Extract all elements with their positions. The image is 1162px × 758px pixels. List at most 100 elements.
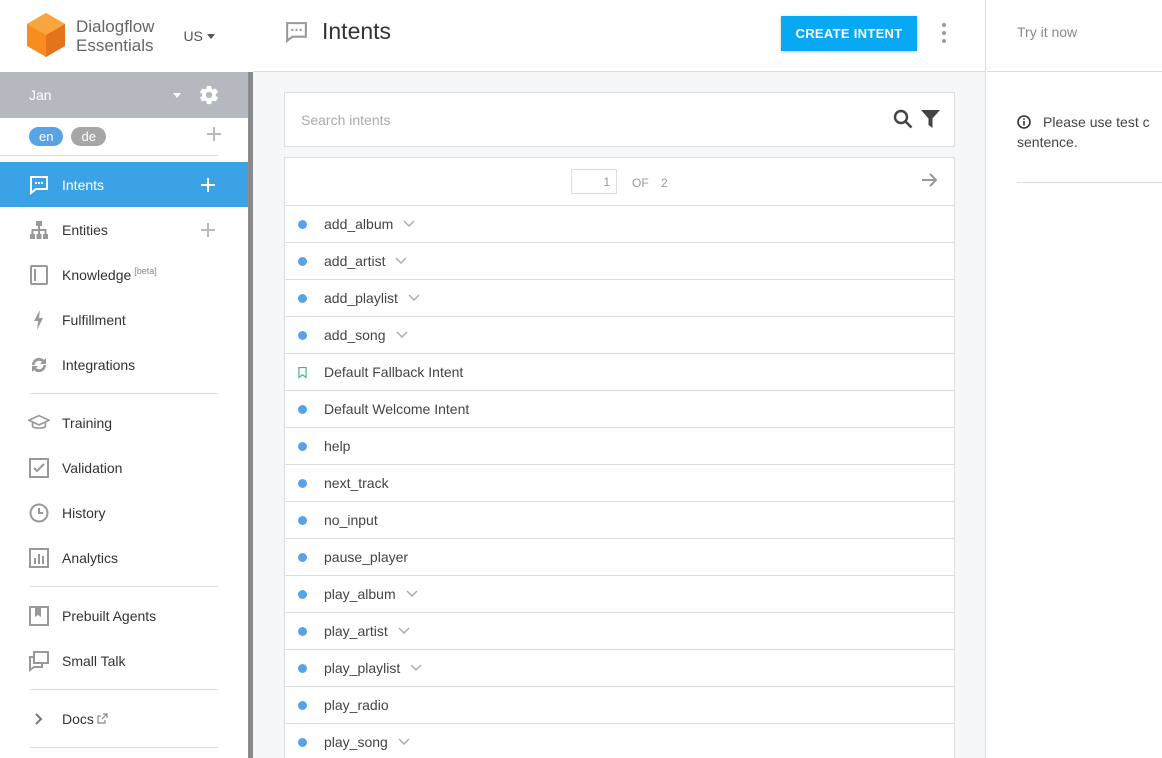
- check-box-icon: [28, 457, 50, 479]
- chevron-down-icon[interactable]: [396, 331, 408, 339]
- agent-selector[interactable]: Jan: [0, 72, 248, 118]
- sidebar-item-label: Intents: [62, 176, 105, 193]
- intent-name: add_playlist: [324, 290, 398, 306]
- intent-status-dot: [298, 737, 307, 747]
- chevron-down-icon[interactable]: [398, 738, 410, 746]
- intent-row[interactable]: pause_player: [285, 539, 954, 576]
- sidebar-item-prebuilt-agents[interactable]: Prebuilt Agents: [0, 593, 248, 638]
- chat-icon: [28, 174, 50, 196]
- intent-status-dot: [298, 404, 307, 414]
- intent-name: play_song: [324, 734, 388, 750]
- intent-row[interactable]: Default Fallback Intent: [285, 354, 954, 391]
- sidebar-item-label: Fulfillment: [62, 311, 126, 328]
- sidebar-item-integrations[interactable]: Integrations: [0, 342, 248, 387]
- add-language-plus-icon[interactable]: [207, 127, 221, 141]
- product-name: Dialogflow Essentials: [76, 17, 154, 55]
- region-selector[interactable]: US: [183, 28, 215, 44]
- info-note-text: Please use test c: [1043, 114, 1150, 130]
- sidebar-divider: [30, 586, 218, 587]
- sidebar-item-docs[interactable]: Docs: [0, 696, 248, 741]
- intent-status-dot: [298, 256, 307, 266]
- add-entity-plus-icon[interactable]: [201, 223, 215, 237]
- chevron-down-icon[interactable]: [173, 93, 181, 98]
- intent-row[interactable]: Default Welcome Intent: [285, 391, 954, 428]
- sidebar-item-validation[interactable]: Validation: [0, 445, 248, 490]
- chevron-down-icon[interactable]: [398, 627, 410, 635]
- external-link-icon: [97, 713, 108, 724]
- intent-row[interactable]: help: [285, 428, 954, 465]
- arrow-right-icon[interactable]: [921, 172, 938, 188]
- intent-status-dot: [298, 626, 307, 636]
- search-icon[interactable]: [893, 109, 913, 129]
- info-icon: [1017, 115, 1031, 129]
- chevron-down-icon[interactable]: [403, 220, 415, 228]
- intent-name: play_radio: [324, 697, 389, 713]
- sidebar-item-knowledge[interactable]: Knowledge [beta]: [0, 252, 248, 297]
- sidebar-item-small-talk[interactable]: Small Talk: [0, 638, 248, 683]
- try-it-now-panel: Try it now Please use test c sentence.: [987, 0, 1162, 758]
- sidebar-item-training[interactable]: Training: [0, 400, 248, 445]
- intent-row[interactable]: no_input: [285, 502, 954, 539]
- language-chips: en de: [0, 118, 221, 156]
- bar-chart-icon: [28, 547, 50, 569]
- sidebar-item-history[interactable]: History: [0, 490, 248, 535]
- page-number-input[interactable]: [571, 169, 617, 194]
- intent-name: help: [324, 438, 351, 454]
- chevron-down-icon[interactable]: [395, 257, 407, 265]
- divider: [1017, 182, 1162, 183]
- filter-icon[interactable]: [921, 110, 940, 128]
- intent-name: add_artist: [324, 253, 386, 269]
- sidebar-divider: [30, 747, 218, 748]
- intent-name: pause_player: [324, 549, 409, 565]
- chevron-down-icon[interactable]: [410, 664, 422, 672]
- intent-name: no_input: [324, 512, 378, 528]
- search-input[interactable]: [301, 107, 861, 133]
- chat-bubbles-icon: [28, 650, 50, 672]
- sidebar-item-fulfillment[interactable]: Fulfillment: [0, 297, 248, 342]
- intent-row[interactable]: play_song: [285, 724, 954, 758]
- book-icon: [28, 264, 50, 286]
- sidebar-item-analytics[interactable]: Analytics: [0, 535, 248, 580]
- gear-icon[interactable]: [198, 84, 220, 106]
- chevron-down-icon: [206, 33, 215, 39]
- add-intent-plus-icon[interactable]: [201, 178, 215, 192]
- sidebar-item-intents[interactable]: Intents: [0, 162, 248, 207]
- intent-name: play_playlist: [324, 660, 401, 676]
- intent-name: add_album: [324, 216, 394, 232]
- more-options-icon[interactable]: [939, 23, 949, 43]
- pager-of-label: OF: [632, 176, 649, 190]
- intent-status-dot: [298, 663, 307, 673]
- try-it-now-input[interactable]: Try it now: [987, 0, 1162, 72]
- language-chip-en[interactable]: en: [29, 127, 64, 146]
- sidebar-item-label: Knowledge: [62, 266, 132, 283]
- chevron-down-icon[interactable]: [406, 590, 418, 598]
- language-chip-de[interactable]: de: [71, 127, 106, 146]
- page-header: Intents CREATE INTENT: [253, 0, 985, 72]
- intent-row[interactable]: add_artist: [285, 243, 954, 280]
- intent-status-dot: [298, 700, 307, 710]
- intent-rows: add_album add_artist add_playlist add_song D…: [285, 206, 954, 758]
- sync-icon: [28, 354, 50, 376]
- create-intent-button[interactable]: CREATE INTENT: [781, 16, 917, 51]
- intent-row[interactable]: play_radio: [285, 687, 954, 724]
- intent-status-dot: [298, 219, 307, 229]
- sidebar-item-label: Prebuilt Agents: [62, 607, 157, 624]
- intent-status-dot: [298, 478, 307, 488]
- hierarchy-icon: [28, 219, 50, 241]
- sidebar-nav: Intents Entities Knowledge [beta] Fulfil…: [0, 162, 248, 748]
- intent-row[interactable]: add_album: [285, 206, 954, 243]
- intent-list: OF 2 add_albumadd_artistadd_playlistadd_…: [284, 157, 955, 758]
- chevron-down-icon[interactable]: [408, 294, 420, 302]
- intent-name: Default Welcome Intent: [324, 401, 470, 417]
- intent-row[interactable]: play_album: [285, 576, 954, 613]
- intent-row[interactable]: play_artist: [285, 613, 954, 650]
- intent-row[interactable]: add_song: [285, 317, 954, 354]
- intent-row[interactable]: play_playlist: [285, 650, 954, 687]
- intent-row[interactable]: add_playlist: [285, 280, 954, 317]
- sidebar-item-label: Validation: [62, 459, 123, 476]
- sidebar-item-label: Entities: [62, 221, 108, 238]
- intent-status-dot: [298, 330, 307, 340]
- intent-row[interactable]: next_track: [285, 465, 954, 502]
- brand-header: Dialogflow Essentials US: [0, 0, 248, 72]
- sidebar-item-entities[interactable]: Entities: [0, 207, 248, 252]
